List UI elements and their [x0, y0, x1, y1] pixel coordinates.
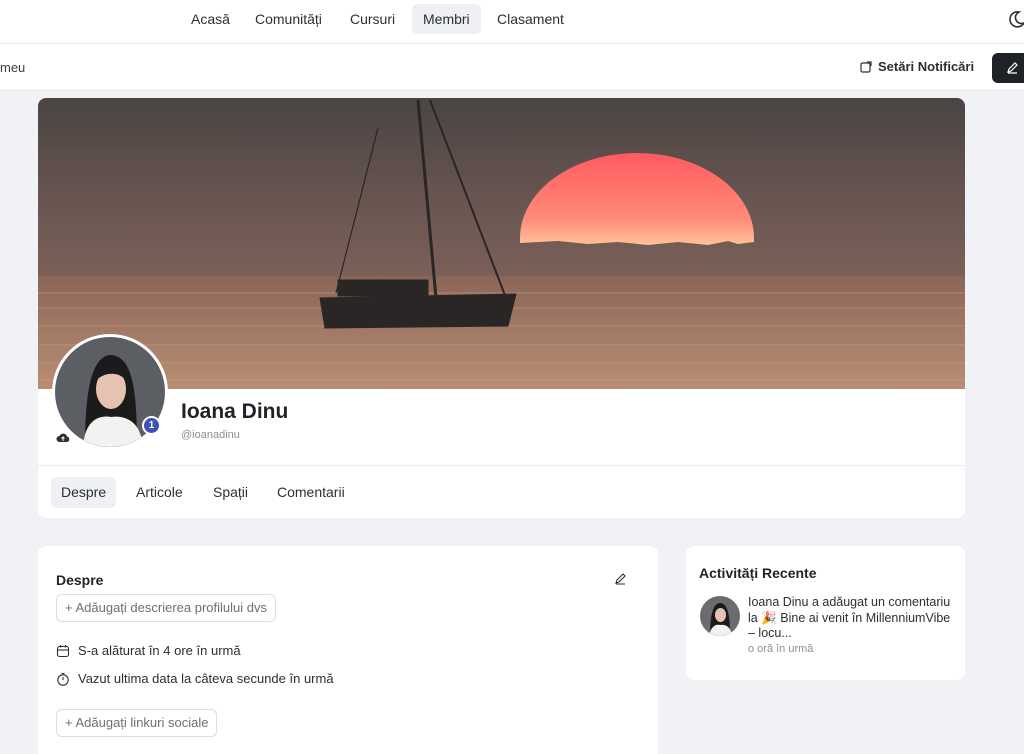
divider [38, 465, 965, 466]
profile-name: Ioana Dinu [181, 400, 289, 423]
party-icon: 🎉 [761, 610, 777, 625]
activity-time: o oră în urmă [748, 643, 814, 655]
activity-title: Activități Recente [699, 565, 817, 581]
tab-spatii[interactable]: Spații [203, 477, 258, 508]
tab-despre[interactable]: Despre [51, 477, 117, 508]
nav-item-comunitati[interactable]: Comunități [244, 4, 333, 34]
calendar-icon [56, 644, 70, 657]
tab-articole[interactable]: Articole [126, 477, 193, 508]
cover-image[interactable] [38, 98, 965, 389]
activity-actor[interactable]: Ioana Dinu [748, 595, 808, 609]
edit-profile-button[interactable] [992, 53, 1024, 83]
about-title: Despre [56, 572, 104, 588]
cloud-upload-icon[interactable] [56, 432, 70, 444]
sub-header: meu Setări Notificări [0, 44, 1024, 91]
about-card: Despre + Adăugați descrierea profilului … [38, 546, 658, 754]
notification-settings-link[interactable]: Setări Notificări [860, 59, 974, 74]
external-link-icon [860, 60, 872, 73]
notification-settings-label: Setări Notificări [878, 59, 975, 74]
recent-activity-card: Activități Recente Ioana Dinu a adăugat … [686, 546, 965, 680]
breadcrumb-text[interactable]: meu [0, 60, 25, 75]
nav-item-clasament[interactable]: Clasament [486, 4, 575, 34]
level-badge: 1 [142, 416, 161, 435]
activity-target[interactable]: Bine ai venit în MillenniumVibe – locu..… [748, 611, 950, 641]
last-seen-text: Vazut ultima data la câteva secunde în u… [78, 671, 334, 686]
pencil-icon [1007, 62, 1018, 74]
last-seen-row: Vazut ultima data la câteva secunde în u… [56, 671, 334, 686]
top-navigation: Acasă Comunități Cursuri Membri Clasamen… [0, 0, 1024, 44]
nav-item-acasa[interactable]: Acasă [180, 4, 241, 34]
activity-avatar[interactable] [700, 596, 740, 636]
timer-icon [57, 672, 69, 686]
joined-row: S-a alăturat în 4 ore în urmă [56, 643, 241, 658]
profile-handle: @ioanadinu [181, 429, 240, 441]
add-description-button[interactable]: + Adăugați descrierea profilului dvs [56, 594, 276, 622]
moon-icon[interactable] [1006, 10, 1024, 28]
nav-item-membri[interactable]: Membri [412, 4, 481, 34]
add-social-links-button[interactable]: + Adăugați linkuri sociale [56, 709, 218, 737]
joined-text: S-a alăturat în 4 ore în urmă [78, 643, 241, 658]
tab-comentarii[interactable]: Comentarii [267, 477, 355, 508]
pencil-icon[interactable] [614, 572, 627, 585]
nav-item-cursuri[interactable]: Cursuri [339, 4, 406, 34]
activity-item[interactable]: Ioana Dinu a adăugat un comentariu la 🎉 … [748, 595, 954, 642]
profile-card: 1 Ioana Dinu @ioanadinu Despre Articole … [38, 98, 965, 518]
